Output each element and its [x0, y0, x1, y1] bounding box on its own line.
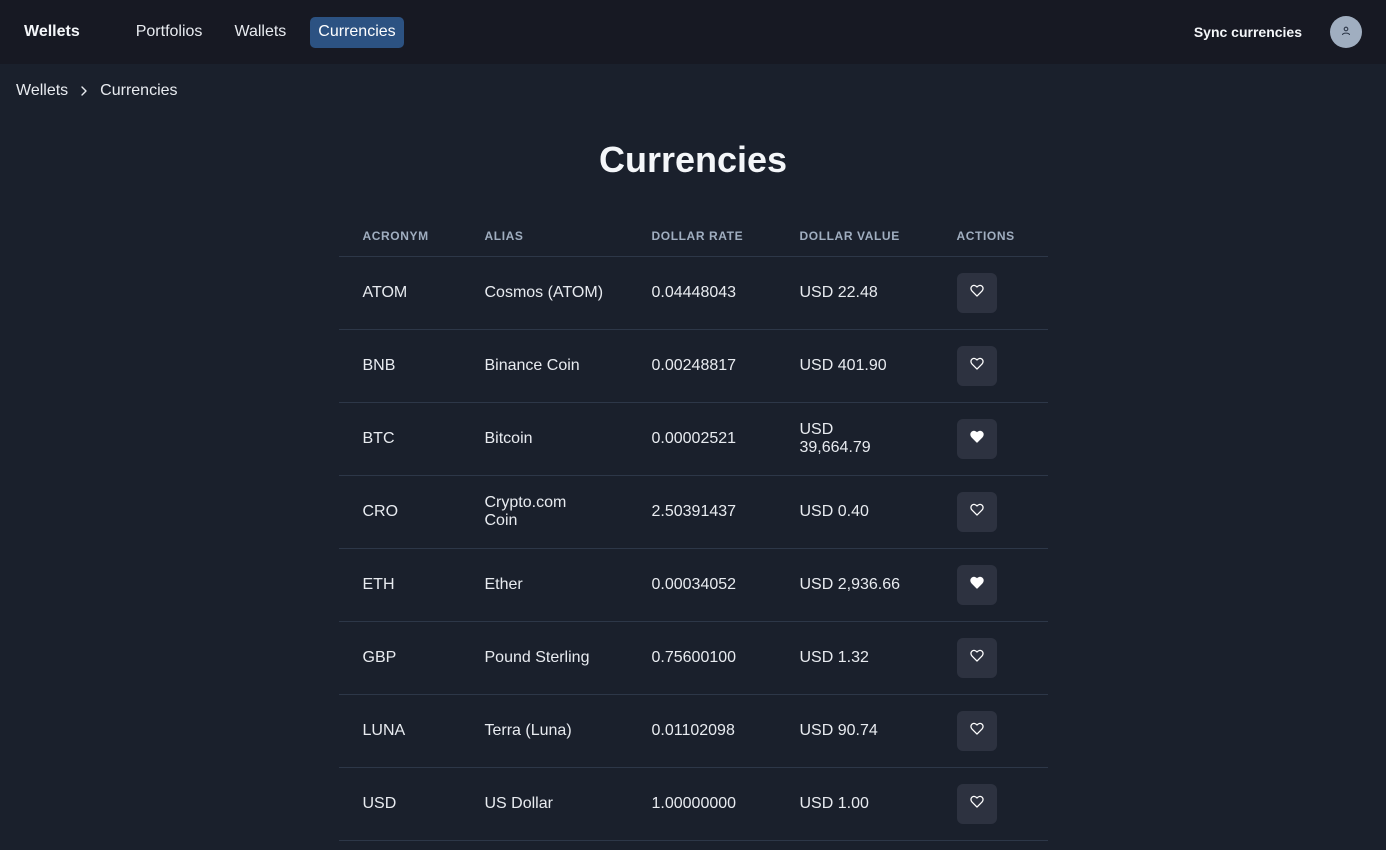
breadcrumb-wellets[interactable]: Wellets [16, 82, 68, 100]
cell-acronym: GBP [338, 621, 461, 695]
cell-alias: US Dollar [460, 767, 628, 841]
heart-icon [969, 284, 984, 302]
table-row: LUNA Terra (Luna) 0.01102098 USD 90.74 [338, 694, 1048, 768]
favorite-button[interactable] [956, 564, 997, 605]
nav-link-currencies[interactable]: Currencies [310, 16, 404, 48]
cell-actions [932, 402, 1048, 476]
table-row: ATOM Cosmos (ATOM) 0.04448043 USD 22.48 [338, 256, 1048, 330]
cell-alias: Crypto.com Coin [460, 475, 628, 549]
cell-dollar-rate: 0.00002521 [627, 402, 776, 476]
cell-actions [932, 475, 1048, 549]
cell-dollar-value: USD 22.48 [775, 256, 933, 330]
favorite-button[interactable] [956, 418, 997, 459]
cell-dollar-rate: 0.00034052 [627, 548, 776, 622]
cell-alias: Bitcoin [460, 402, 628, 476]
heart-icon [969, 649, 984, 667]
cell-acronym: BTC [338, 402, 461, 476]
cell-acronym: CRO [338, 475, 461, 549]
table-row: BTC Bitcoin 0.00002521 USD 39,664.79 [338, 402, 1048, 476]
nav-link-wallets[interactable]: Wallets [226, 17, 294, 48]
cell-actions [932, 256, 1048, 330]
cell-acronym: USD [338, 767, 461, 841]
top-navbar: Wellets Portfolios Wallets Currencies Sy… [0, 0, 1386, 64]
header-alias: ALIAS [460, 216, 628, 257]
cell-alias: Cosmos (ATOM) [460, 256, 628, 330]
cell-actions [932, 548, 1048, 622]
cell-dollar-rate: 0.04448043 [627, 256, 776, 330]
cell-dollar-rate: 1.00000000 [627, 767, 776, 841]
cell-acronym: ETH [338, 548, 461, 622]
page-title: Currencies [598, 139, 788, 180]
table-row: USD US Dollar 1.00000000 USD 1.00 [338, 767, 1048, 841]
cell-actions [932, 694, 1048, 768]
cell-actions [932, 767, 1048, 841]
heart-icon [969, 722, 984, 740]
heart-filled-icon [969, 430, 984, 448]
cell-alias: Ether [460, 548, 628, 622]
favorite-button[interactable] [956, 272, 997, 313]
cell-alias: Binance Coin [460, 329, 628, 403]
user-avatar[interactable] [1330, 16, 1362, 48]
sync-currencies-button[interactable]: Sync currencies [1194, 24, 1302, 40]
favorite-button[interactable] [956, 710, 997, 751]
table-row: CRO Crypto.com Coin 2.50391437 USD 0.40 [338, 475, 1048, 549]
nav-actions: Sync currencies [1194, 16, 1362, 48]
cell-dollar-value: USD 401.90 [775, 329, 933, 403]
cell-actions [932, 621, 1048, 695]
cell-dollar-value: USD 39,664.79 [775, 402, 933, 476]
heart-filled-icon [969, 576, 984, 594]
cell-actions [932, 329, 1048, 403]
main-nav: Portfolios Wallets Currencies [128, 16, 404, 48]
heart-icon [969, 357, 984, 375]
cell-dollar-value: USD 1.32 [775, 621, 933, 695]
table-row: ETH Ether 0.00034052 USD 2,936.66 [338, 548, 1048, 622]
favorite-button[interactable] [956, 783, 997, 824]
heart-icon [969, 503, 984, 521]
cell-dollar-rate: 0.75600100 [627, 621, 776, 695]
header-dollar-value: DOLLAR VALUE [775, 216, 933, 257]
heart-icon [969, 795, 984, 813]
favorite-button[interactable] [956, 345, 997, 386]
cell-dollar-rate: 2.50391437 [627, 475, 776, 549]
header-actions: ACTIONS [932, 216, 1048, 257]
table-row: GBP Pound Sterling 0.75600100 USD 1.32 [338, 621, 1048, 695]
cell-dollar-rate: 0.00248817 [627, 329, 776, 403]
brand-logo[interactable]: Wellets [24, 23, 80, 41]
chevron-right-icon [80, 86, 88, 96]
currencies-table-container: ACRONYM ALIAS DOLLAR RATE DOLLAR VALUE A… [338, 216, 1048, 841]
cell-acronym: ATOM [338, 256, 461, 330]
cell-alias: Pound Sterling [460, 621, 628, 695]
nav-link-portfolios[interactable]: Portfolios [128, 17, 211, 48]
favorite-button[interactable] [956, 491, 997, 532]
cell-dollar-value: USD 90.74 [775, 694, 933, 768]
cell-dollar-rate: 0.01102098 [627, 694, 776, 768]
cell-dollar-value: USD 2,936.66 [775, 548, 933, 622]
table-row: BNB Binance Coin 0.00248817 USD 401.90 [338, 329, 1048, 403]
user-icon [1341, 23, 1351, 41]
table-header-row: ACRONYM ALIAS DOLLAR RATE DOLLAR VALUE A… [338, 216, 1048, 257]
favorite-button[interactable] [956, 637, 997, 678]
breadcrumb-currencies: Currencies [100, 82, 178, 99]
cell-acronym: BNB [338, 329, 461, 403]
header-acronym: ACRONYM [338, 216, 461, 257]
cell-dollar-value: USD 0.40 [775, 475, 933, 549]
breadcrumb: Wellets Currencies [0, 64, 1386, 118]
header-dollar-rate: DOLLAR RATE [627, 216, 776, 257]
currencies-table: ACRONYM ALIAS DOLLAR RATE DOLLAR VALUE A… [338, 216, 1048, 841]
cell-dollar-value: USD 1.00 [775, 767, 933, 841]
cell-acronym: LUNA [338, 694, 461, 768]
cell-alias: Terra (Luna) [460, 694, 628, 768]
